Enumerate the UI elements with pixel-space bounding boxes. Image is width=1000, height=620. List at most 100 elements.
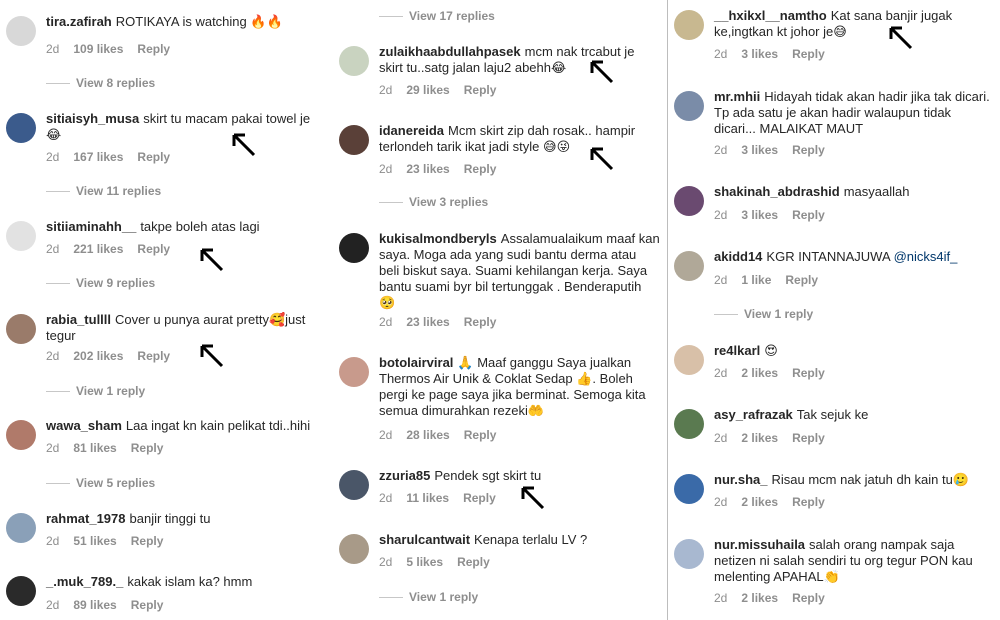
reply-button[interactable]: Reply xyxy=(464,315,497,329)
avatar[interactable] xyxy=(674,10,704,40)
avatar[interactable] xyxy=(6,113,36,143)
avatar[interactable] xyxy=(339,46,369,76)
avatar[interactable] xyxy=(674,91,704,121)
comment-username[interactable]: nur.missuhaila xyxy=(714,537,805,552)
avatar[interactable] xyxy=(674,251,704,281)
comment-username[interactable]: _.muk_789._ xyxy=(46,574,123,589)
comment-username[interactable]: rabia_tullll xyxy=(46,312,111,327)
comment-username[interactable]: re4lkarl xyxy=(714,343,760,358)
comment-username[interactable]: mr.mhii xyxy=(714,89,760,104)
comment-likes[interactable]: 2 likes xyxy=(741,495,778,509)
comment-likes[interactable]: 109 likes xyxy=(73,42,123,56)
avatar[interactable] xyxy=(339,534,369,564)
comment-likes[interactable]: 5 likes xyxy=(406,555,443,569)
avatar[interactable] xyxy=(674,409,704,439)
comment-username[interactable]: __hxikxl__namtho xyxy=(714,8,827,23)
reply-button[interactable]: Reply xyxy=(792,591,825,605)
comment-username[interactable]: rahmat_1978 xyxy=(46,511,126,526)
comment-likes[interactable]: 23 likes xyxy=(406,315,449,329)
comment-likes[interactable]: 3 likes xyxy=(741,208,778,222)
comment-text: __hxikxl__namtho Kat sana banjir jugak ke… xyxy=(714,8,995,40)
view-replies-button[interactable]: View 1 reply xyxy=(46,384,145,398)
comment-age: 2d xyxy=(379,555,393,569)
view-replies-button[interactable]: View 3 replies xyxy=(379,195,488,209)
comment-username[interactable]: akidd14 xyxy=(714,249,762,264)
reply-button[interactable]: Reply xyxy=(463,491,496,505)
comment-likes[interactable]: 221 likes xyxy=(73,242,123,256)
avatar[interactable] xyxy=(674,474,704,504)
arrow-cursor-icon xyxy=(200,248,224,272)
view-replies-button[interactable]: View 1 reply xyxy=(714,307,813,321)
comment-username[interactable]: kukisalmondberyls xyxy=(379,231,497,246)
reply-button[interactable]: Reply xyxy=(785,273,818,287)
comment-likes[interactable]: 29 likes xyxy=(406,83,449,97)
comment-username[interactable]: sharulcantwait xyxy=(379,532,470,547)
reply-button[interactable]: Reply xyxy=(131,598,164,612)
comment-age: 2d xyxy=(714,431,728,445)
reply-button[interactable]: Reply xyxy=(137,150,170,164)
avatar[interactable] xyxy=(339,357,369,387)
reply-button[interactable]: Reply xyxy=(792,143,825,157)
comment-username[interactable]: nur.sha_ xyxy=(714,472,767,487)
comment-likes[interactable]: 3 likes xyxy=(741,143,778,157)
view-replies-button[interactable]: View 8 replies xyxy=(46,76,155,90)
avatar[interactable] xyxy=(6,16,36,46)
view-replies-label: View 1 reply xyxy=(744,307,814,321)
avatar[interactable] xyxy=(6,513,36,543)
reply-button[interactable]: Reply xyxy=(464,83,497,97)
avatar[interactable] xyxy=(674,539,704,569)
reply-button[interactable]: Reply xyxy=(137,349,170,363)
comment-likes[interactable]: 11 likes xyxy=(406,491,449,505)
avatar[interactable] xyxy=(6,221,36,251)
reply-button[interactable]: Reply xyxy=(131,534,164,548)
avatar[interactable] xyxy=(6,314,36,344)
comment-likes[interactable]: 81 likes xyxy=(73,441,116,455)
comment-likes[interactable]: 3 likes xyxy=(741,47,778,61)
comment-username[interactable]: sitiiaminahh__ xyxy=(46,219,136,234)
comment-username[interactable]: zulaikhaabdullahpasek xyxy=(379,44,521,59)
view-replies-button[interactable]: View 9 replies xyxy=(46,276,155,290)
comment-likes[interactable]: 23 likes xyxy=(406,162,449,176)
avatar[interactable] xyxy=(674,345,704,375)
comment-likes[interactable]: 2 likes xyxy=(741,591,778,605)
comment-username[interactable]: wawa_sham xyxy=(46,418,122,433)
reply-button[interactable]: Reply xyxy=(792,495,825,509)
view-replies-button[interactable]: View 17 replies xyxy=(379,9,495,23)
comment-likes[interactable]: 2 likes xyxy=(741,431,778,445)
reply-button[interactable]: Reply xyxy=(792,431,825,445)
view-replies-button[interactable]: View 1 reply xyxy=(379,590,478,604)
reply-button[interactable]: Reply xyxy=(137,42,170,56)
comment-likes[interactable]: 28 likes xyxy=(406,428,449,442)
avatar[interactable] xyxy=(339,470,369,500)
reply-button[interactable]: Reply xyxy=(137,242,170,256)
comment-meta: 2d 51 likes Reply xyxy=(46,534,177,548)
reply-button[interactable]: Reply xyxy=(792,366,825,380)
mention-link[interactable]: @nicks4if_ xyxy=(894,249,958,264)
comment-likes[interactable]: 89 likes xyxy=(73,598,116,612)
avatar[interactable] xyxy=(6,576,36,606)
reply-button[interactable]: Reply xyxy=(792,47,825,61)
comment-username[interactable]: botolairviral xyxy=(379,355,453,370)
avatar[interactable] xyxy=(339,233,369,263)
reply-button[interactable]: Reply xyxy=(792,208,825,222)
comment-username[interactable]: sitiaisyh_musa xyxy=(46,111,139,126)
reply-button[interactable]: Reply xyxy=(131,441,164,455)
comment-likes[interactable]: 51 likes xyxy=(73,534,116,548)
comment-username[interactable]: asy_rafrazak xyxy=(714,407,793,422)
comment-username[interactable]: idanereida xyxy=(379,123,444,138)
avatar[interactable] xyxy=(674,186,704,216)
comment-username[interactable]: tira.zafirah xyxy=(46,14,112,29)
comment-likes[interactable]: 202 likes xyxy=(73,349,123,363)
comment-likes[interactable]: 1 like xyxy=(741,273,771,287)
comment-username[interactable]: zzuria85 xyxy=(379,468,430,483)
comment-likes[interactable]: 167 likes xyxy=(73,150,123,164)
comment-likes[interactable]: 2 likes xyxy=(741,366,778,380)
avatar[interactable] xyxy=(339,125,369,155)
reply-button[interactable]: Reply xyxy=(464,428,497,442)
view-replies-button[interactable]: View 5 replies xyxy=(46,476,155,490)
view-replies-button[interactable]: View 11 replies xyxy=(46,184,161,198)
reply-button[interactable]: Reply xyxy=(464,162,497,176)
avatar[interactable] xyxy=(6,420,36,450)
reply-button[interactable]: Reply xyxy=(457,555,490,569)
comment-username[interactable]: shakinah_abdrashid xyxy=(714,184,840,199)
